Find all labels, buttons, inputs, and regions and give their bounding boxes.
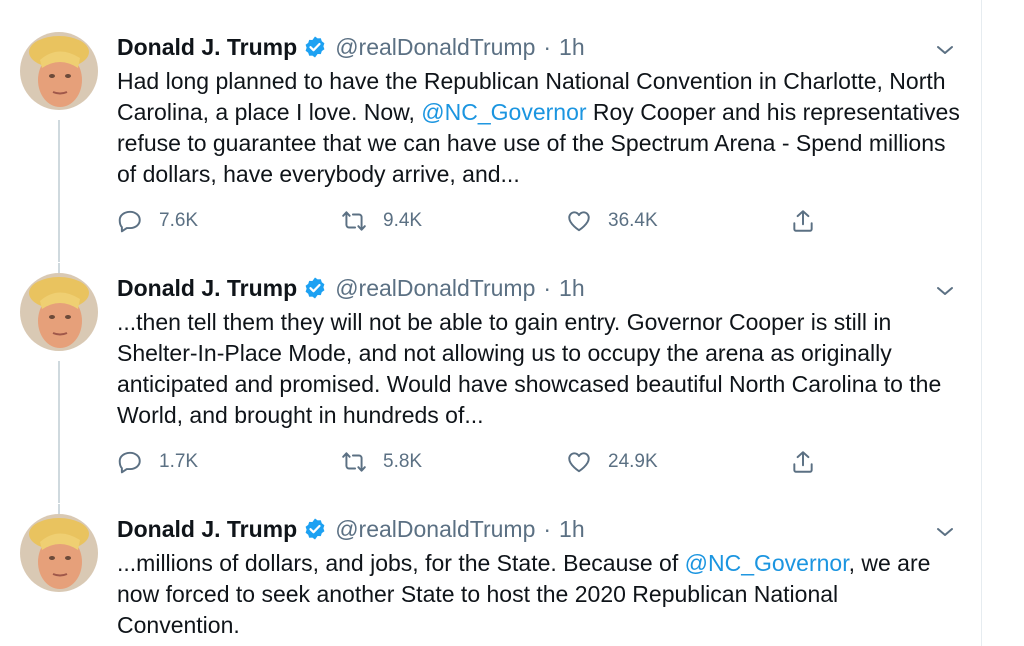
retweet-icon	[342, 452, 366, 472]
tweet-time[interactable]: 1h	[559, 34, 585, 61]
author-name[interactable]: Donald J. Trump	[117, 275, 297, 302]
retweet-button[interactable]: 5.8K	[341, 447, 422, 477]
tweet-header: Donald J. Trump @realDonaldTrump · 1h	[117, 514, 585, 544]
reply-button[interactable]: 7.6K	[117, 206, 198, 236]
tweet-text: ...millions of dollars, and jobs, for th…	[117, 548, 967, 641]
retweet-count: 5.8K	[383, 451, 423, 472]
separator: ·	[543, 33, 552, 60]
retweet-count: 9.4K	[383, 210, 423, 231]
retweet-icon	[342, 211, 366, 231]
like-button[interactable]: 36.4K	[566, 206, 658, 236]
like-count: 36.4K	[608, 210, 658, 231]
thread-line	[58, 504, 60, 514]
verified-badge-icon	[305, 36, 325, 58]
verified-badge-icon	[305, 277, 325, 299]
tweet-time[interactable]: 1h	[559, 275, 585, 302]
like-button[interactable]: 24.9K	[566, 447, 658, 477]
avatar[interactable]	[20, 514, 98, 592]
author-handle[interactable]: @realDonaldTrump	[335, 516, 535, 543]
author-name[interactable]: Donald J. Trump	[117, 34, 297, 61]
author-name[interactable]: Donald J. Trump	[117, 516, 297, 543]
share-icon	[793, 451, 813, 473]
tweet-1[interactable]: Donald J. Trump @realDonaldTrump · 1h Ha…	[0, 32, 981, 262]
thread-line	[58, 361, 60, 503]
chevron-down-icon[interactable]	[933, 279, 957, 303]
avatar[interactable]	[20, 32, 98, 110]
separator: ·	[543, 274, 552, 301]
tweet-header: Donald J. Trump @realDonaldTrump · 1h	[117, 32, 585, 62]
tweet-2[interactable]: Donald J. Trump @realDonaldTrump · 1h ..…	[0, 263, 981, 503]
retweet-button[interactable]: 9.4K	[341, 206, 422, 236]
author-handle[interactable]: @realDonaldTrump	[335, 275, 535, 302]
share-icon	[793, 210, 813, 232]
tweet-time[interactable]: 1h	[559, 516, 585, 543]
reply-icon	[118, 451, 141, 474]
author-handle[interactable]: @realDonaldTrump	[335, 34, 535, 61]
chevron-down-icon[interactable]	[933, 520, 957, 544]
tweet-header: Donald J. Trump @realDonaldTrump · 1h	[117, 273, 585, 303]
reply-button[interactable]: 1.7K	[117, 447, 198, 477]
mention-link[interactable]: @NC_Governor	[685, 550, 849, 576]
heart-icon	[568, 211, 590, 232]
like-count: 24.9K	[608, 451, 658, 472]
mention-link[interactable]: @NC_Governor	[421, 99, 586, 125]
tweet-text-part: ...millions of dollars, and jobs, for th…	[117, 550, 685, 576]
reply-count: 7.6K	[159, 210, 199, 231]
thread-line	[58, 263, 60, 273]
tweet-text: ...then tell them they will not be able …	[117, 309, 942, 428]
reply-icon	[118, 210, 141, 233]
thread-line	[58, 120, 60, 262]
tweet-text: Had long planned to have the Republican …	[117, 66, 967, 190]
share-button[interactable]	[790, 447, 816, 477]
separator: ·	[543, 515, 552, 542]
timeline-border	[981, 0, 982, 646]
verified-badge-icon	[305, 518, 325, 540]
avatar[interactable]	[20, 273, 98, 351]
tweet-3[interactable]: Donald J. Trump @realDonaldTrump · 1h ..…	[0, 504, 981, 646]
chevron-down-icon[interactable]	[933, 38, 957, 62]
reply-count: 1.7K	[159, 451, 199, 472]
heart-icon	[568, 452, 590, 473]
share-button[interactable]	[790, 206, 816, 236]
